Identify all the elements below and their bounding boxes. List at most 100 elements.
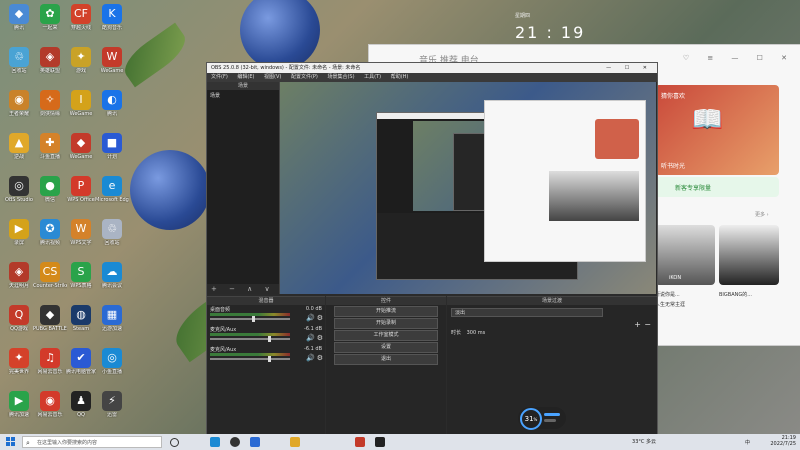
- desktop-icon[interactable]: ✔ 腾讯电脑管家: [64, 346, 98, 384]
- desktop-icon[interactable]: ▶ 录屏: [2, 217, 36, 255]
- desktop-icon[interactable]: ✪ 腾讯视频: [33, 217, 67, 255]
- app-icon: ✪: [40, 219, 60, 239]
- desktop-icon[interactable]: ♲ 回收站: [2, 45, 36, 83]
- scene-item[interactable]: 场景: [207, 90, 279, 101]
- music-more-link[interactable]: 更多 ›: [755, 211, 769, 218]
- slider-knob[interactable]: [268, 356, 271, 362]
- menu-tools[interactable]: 工具(T): [364, 74, 381, 80]
- menu-edit[interactable]: 编辑(E): [237, 74, 254, 80]
- desktop-icon[interactable]: K 酷狗音乐: [95, 2, 129, 40]
- music-banner-card[interactable]: 猜你喜欢 📖 听书时光: [655, 85, 779, 175]
- desktop-icon[interactable]: CF 穿越火线: [64, 2, 98, 40]
- gear-icon[interactable]: ⚙: [317, 314, 323, 322]
- desktop-icon[interactable]: ▶ 腾讯加速: [2, 389, 36, 427]
- desktop-icon[interactable]: e Microsoft Edge: [95, 174, 129, 212]
- menu-profile[interactable]: 配置文件(P): [291, 74, 318, 80]
- app-taskbar-icon[interactable]: [250, 437, 260, 447]
- desktop-icon[interactable]: ✿ 一起来: [33, 2, 67, 40]
- desktop-icon[interactable]: ♫ 网易云音乐: [33, 346, 67, 384]
- windows-start-icon[interactable]: [6, 437, 16, 447]
- desktop-icon[interactable]: Q QQ游戏: [2, 303, 36, 341]
- desktop-icon[interactable]: ✧ 剑侠情缘: [33, 88, 67, 126]
- edge-taskbar-icon[interactable]: [210, 437, 220, 447]
- slider-knob[interactable]: [268, 336, 271, 342]
- slider-knob[interactable]: [252, 316, 255, 322]
- desktop-icon[interactable]: ● 微信: [33, 174, 67, 212]
- desktop-icon[interactable]: ▦ 迅游加速: [95, 303, 129, 341]
- music-caption-1: BIGBANG的...: [719, 292, 753, 298]
- desktop-icon[interactable]: ⚡ 迅雷: [95, 389, 129, 427]
- scene-controls[interactable]: + − ∧ ∨: [207, 284, 279, 294]
- gear-icon[interactable]: ⚙: [317, 334, 323, 342]
- speaker-icon[interactable]: 🔊: [306, 314, 315, 322]
- volume-slider[interactable]: [210, 356, 290, 362]
- desktop-icon[interactable]: ◎ OBS Studio: [2, 174, 36, 212]
- obs-window[interactable]: OBS 25.0.8 (32-bit, windows) - 配置文件: 未命名…: [206, 62, 658, 436]
- music-window-buttons[interactable]: ♡ ≡ — ☐ ✕: [683, 54, 795, 62]
- desktop-icon[interactable]: ■ 计划: [95, 131, 129, 169]
- obs-window-buttons[interactable]: — ☐ ✕: [606, 63, 653, 73]
- menu-help[interactable]: 帮助(H): [391, 74, 409, 80]
- desktop-icon-label: WPS文字: [70, 240, 92, 246]
- taskbar-search-input[interactable]: ⌕ 在这里输入你要搜索的内容: [22, 436, 162, 448]
- obs-menubar[interactable]: 文件(F) 编辑(E) 视图(V) 配置文件(P) 场景集合(S) 工具(T) …: [207, 73, 657, 82]
- weather[interactable]: 33°C 多云: [632, 438, 656, 445]
- start-streaming-button[interactable]: 开始推流: [334, 306, 438, 317]
- volume-slider[interactable]: [210, 316, 290, 322]
- music-artist-card[interactable]: [655, 225, 715, 285]
- speaker-icon[interactable]: 🔊: [306, 334, 315, 342]
- volume-slider[interactable]: [210, 336, 290, 342]
- remove-transition-icon[interactable]: −: [644, 320, 651, 329]
- gear-icon[interactable]: ⚙: [317, 354, 323, 362]
- desktop-icon[interactable]: ◐ 腾讯: [95, 88, 129, 126]
- desktop-icon[interactable]: ◈ 英雄联盟: [33, 45, 67, 83]
- desktop-icon[interactable]: CSCounter-Strike Global: [33, 260, 67, 298]
- music-group-card[interactable]: [719, 225, 779, 285]
- folder-taskbar-icon[interactable]: [290, 437, 300, 447]
- start-recording-button[interactable]: 开始录制: [334, 318, 438, 329]
- desktop-icon[interactable]: ◆ 腾讯: [2, 2, 36, 40]
- menu-file[interactable]: 文件(F): [211, 74, 228, 80]
- desktop-icon[interactable]: ◉ 网易云音乐: [33, 389, 67, 427]
- desktop-icon[interactable]: Ⅰ WeGame: [64, 88, 98, 126]
- desktop-icon-label: 腾讯加速: [8, 412, 29, 418]
- desktop-icon[interactable]: ☁ 腾讯会议: [95, 260, 129, 298]
- desktop-icon[interactable]: ▲ 逆战: [2, 131, 36, 169]
- desktop-icon[interactable]: ♲ 回收站: [95, 217, 129, 255]
- tray-clock[interactable]: 21:19 2022/7/25: [756, 435, 796, 447]
- desktop-icon[interactable]: ◈ 天涯明月: [2, 260, 36, 298]
- desktop-icon[interactable]: P WPS Office: [64, 174, 98, 212]
- app-icon: ◎: [9, 176, 29, 196]
- add-transition-icon[interactable]: +: [634, 320, 641, 329]
- settings-button[interactable]: 设置: [334, 342, 438, 353]
- duration-input[interactable]: 300 ms: [467, 330, 486, 336]
- obs-titlebar[interactable]: OBS 25.0.8 (32-bit, windows) - 配置文件: 未命名…: [207, 63, 657, 73]
- desktop-icon[interactable]: ◉ 王者荣耀: [2, 88, 36, 126]
- desktop-icon[interactable]: W WeGame: [95, 45, 129, 83]
- desktop-icon[interactable]: ◍ Steam: [64, 303, 98, 341]
- desktop-icon[interactable]: ✦ 游戏: [64, 45, 98, 83]
- recorder-taskbar-icon[interactable]: [355, 437, 365, 447]
- obs-taskbar-icon[interactable]: [230, 437, 240, 447]
- studio-mode-button[interactable]: 工作室模式: [334, 330, 438, 341]
- obs-preview[interactable]: [280, 82, 656, 294]
- desktop-icon[interactable]: ✚ 斗鱼直播: [33, 131, 67, 169]
- desktop-icon[interactable]: W WPS文字: [64, 217, 98, 255]
- menu-scene-collection[interactable]: 场景集合(S): [327, 74, 354, 80]
- music-vip-card[interactable]: 新客专享限量: [655, 177, 779, 197]
- task-view-icon[interactable]: [170, 438, 179, 447]
- player-taskbar-icon[interactable]: [375, 437, 385, 447]
- transition-select[interactable]: 淡出: [451, 308, 603, 317]
- ime-indicator[interactable]: 中: [745, 439, 750, 446]
- exit-button[interactable]: 退出: [334, 354, 438, 365]
- performance-widget[interactable]: 31%: [518, 407, 566, 430]
- desktop-icon[interactable]: S WPS表格: [64, 260, 98, 298]
- perf-unit: %: [533, 417, 538, 422]
- desktop-icon[interactable]: ◆PUBG BATTLEGR: [33, 303, 67, 341]
- desktop-icon[interactable]: ◆ WeGame: [64, 131, 98, 169]
- desktop-icon[interactable]: ✦ 完美世界: [2, 346, 36, 384]
- menu-view[interactable]: 视图(V): [264, 74, 281, 80]
- desktop-icon[interactable]: ◎ 小鱼直播: [95, 346, 129, 384]
- desktop-icon[interactable]: ♟ QQ: [64, 389, 98, 427]
- speaker-icon[interactable]: 🔊: [306, 354, 315, 362]
